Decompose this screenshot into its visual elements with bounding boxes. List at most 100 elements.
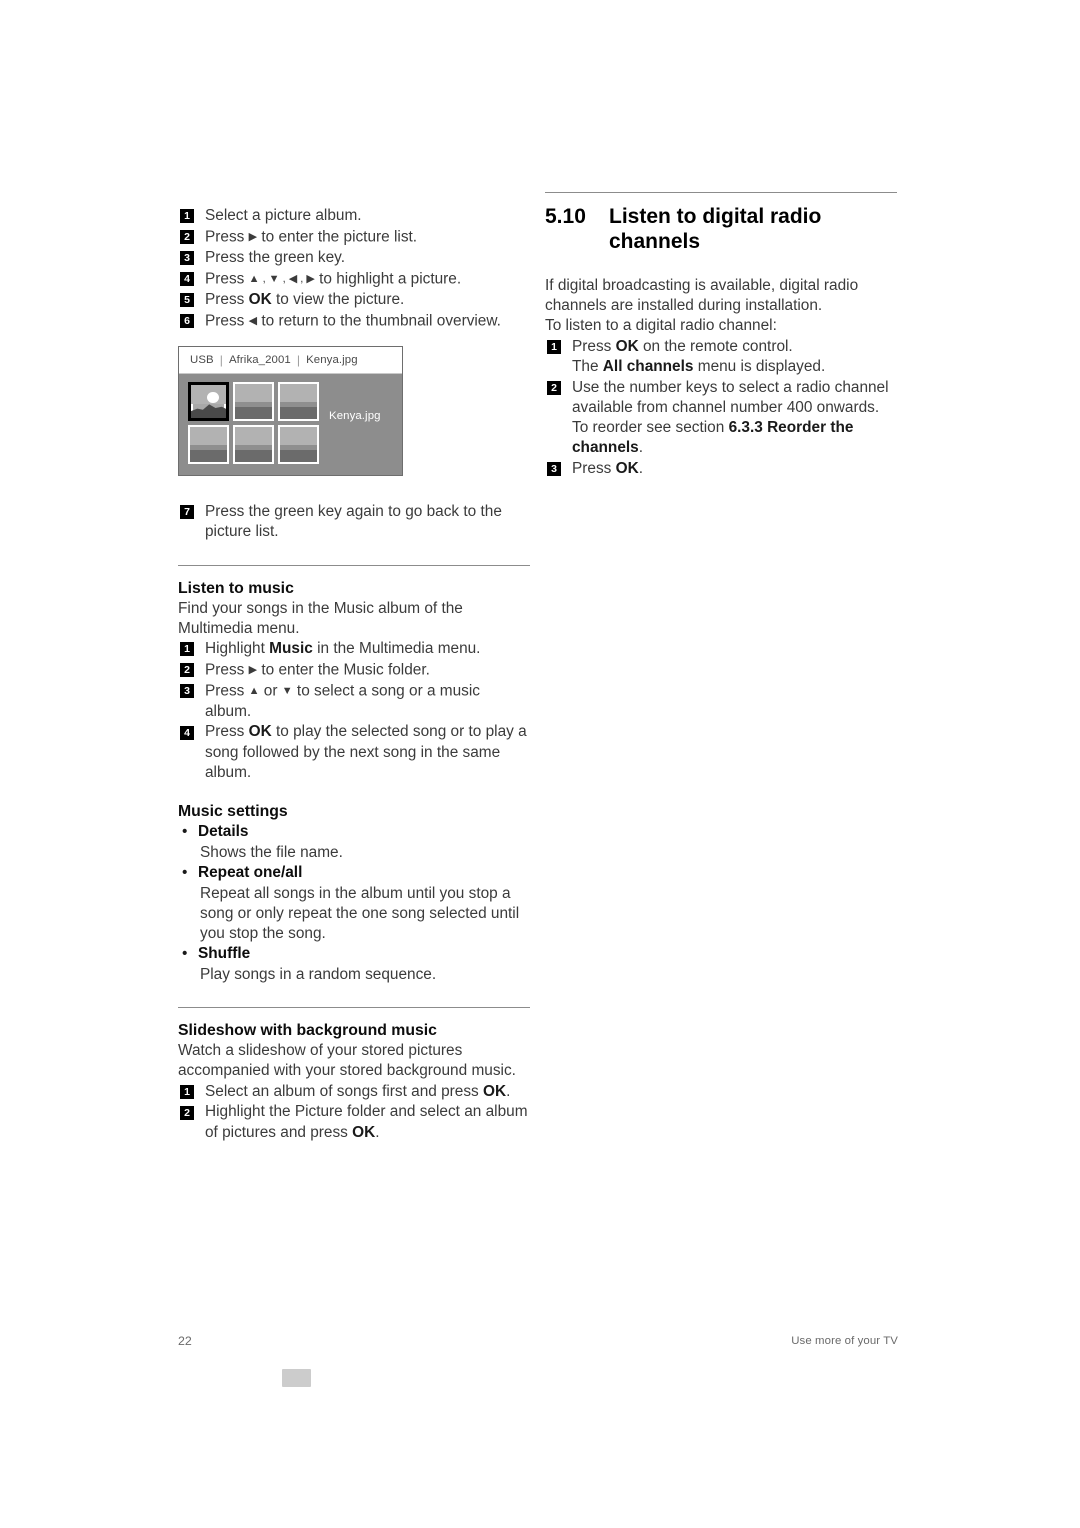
thumbnail-ground (235, 407, 272, 419)
thumbnail[interactable] (278, 425, 319, 464)
section-number: 5.10 (545, 205, 586, 228)
thumbnail[interactable] (188, 425, 229, 464)
page-number: 22 (178, 1334, 192, 1348)
slideshow-intro: Watch a slideshow of your stored picture… (178, 1042, 516, 1080)
breadcrumb-item-folder: Afrika_2001 (228, 354, 291, 366)
music-settings-heading: Music settings (178, 803, 288, 821)
step-number: 1 (180, 642, 194, 657)
direction-arrows-icon: ▲ , ▼ , ◀ , ▶ (248, 272, 315, 285)
right-arrow-icon: ▶ (248, 230, 258, 243)
music-steps-list: 1 Highlight Music in the Multimedia menu… (178, 639, 530, 783)
list-item: 2 Use the number keys to select a radio … (545, 378, 897, 459)
list-item: 6 Press ◀ to return to the thumbnail ove… (178, 311, 530, 332)
list-item: 4 Press OK to play the selected song or … (178, 722, 530, 783)
footer-chapter-label: Use more of your TV (791, 1335, 898, 1347)
list-item: 2 Press ▶ to enter the picture list. (178, 227, 530, 248)
list-item: 1 Press OK on the remote control. The All… (545, 337, 897, 377)
thumbnail[interactable] (233, 425, 274, 464)
list-item: 3 Press OK. (545, 459, 897, 479)
step-number: 3 (180, 684, 194, 699)
thumbnail[interactable] (233, 382, 274, 421)
breadcrumb-item-usb: USB (190, 354, 214, 366)
step-text: Highlight the Picture folder and select … (205, 1103, 528, 1141)
manual-page: 1 Select a picture album. 2 Press ▶ to e… (0, 0, 1080, 1528)
step-text: Press ▲ , ▼ , ◀ , ▶ to highlight a pictu… (205, 270, 462, 288)
tv-thumbnail-area: Kenya.jpg (179, 374, 402, 475)
picture-steps-continued: 7 Press the green key again to go back t… (178, 502, 530, 542)
step-text: Press the green key. (205, 248, 346, 266)
music-settings-list: • Details Shows the file name. • Repeat … (178, 822, 530, 985)
slideshow-heading: Slideshow with background music (178, 1022, 437, 1040)
list-item: 2 Press ▶ to enter the Music folder. (178, 660, 530, 681)
ok-key-label: OK (615, 337, 639, 355)
step-text: Press OK to view the picture. (205, 290, 405, 308)
setting-title: Shuffle (198, 945, 251, 963)
up-arrow-icon: ▲ (248, 684, 260, 697)
ok-key-label: OK (248, 290, 272, 308)
step-number: 2 (547, 380, 561, 395)
ok-key-label: OK (483, 1082, 507, 1100)
thumbnail-ground (280, 407, 317, 419)
step-text: Press OK. (572, 459, 643, 477)
section-title: Listen to digital radio channels (609, 205, 822, 253)
thumbnail-grid (188, 382, 319, 464)
thumbnail-sky (235, 384, 272, 403)
thumbnail-ground (235, 450, 272, 462)
thumbnail-ground (190, 450, 227, 462)
breadcrumb-separator: | (219, 353, 223, 367)
thumbnail-sky (280, 427, 317, 446)
music-menu-label: Music (269, 640, 313, 658)
list-item: 2 Highlight the Picture folder and selec… (178, 1102, 530, 1142)
thumbnail-sky (190, 427, 227, 446)
step-number: 3 (180, 251, 194, 266)
step-number: 3 (547, 462, 561, 477)
radio-steps-list: 1 Press OK on the remote control. The All… (545, 337, 897, 479)
thumbnail-sky (235, 427, 272, 446)
step-text: Use the number keys to select a radio ch… (572, 378, 889, 457)
right-arrow-icon: ▶ (248, 663, 258, 676)
step-number: 7 (180, 505, 194, 520)
setting-description: Shows the file name. (200, 844, 343, 862)
picture-steps-list: 1 Select a picture album. 2 Press ▶ to e… (178, 206, 530, 331)
step-text: Select a picture album. (205, 207, 362, 224)
list-item: 3 Press the green key. (178, 248, 530, 268)
all-channels-menu-label: All channels (602, 357, 694, 375)
selected-filename-label: Kenya.jpg (329, 410, 381, 422)
list-item: • Details Shows the file name. (178, 822, 530, 863)
tv-screen-figure: USB | Afrika_2001 | Kenya.jpg Kenya.jpg (178, 346, 403, 476)
breadcrumb: USB | Afrika_2001 | Kenya.jpg (179, 347, 402, 374)
step-number: 1 (547, 340, 561, 354)
step-text: Press OK to play the selected song or to… (205, 723, 527, 781)
step-number: 4 (180, 725, 194, 740)
thumbnail-ground (191, 404, 226, 418)
cross-reference-section-cont: channels (572, 439, 639, 457)
step-number: 2 (180, 1105, 194, 1120)
step-number: 4 (180, 272, 194, 286)
list-item: 3 Press ▲ or ▼ to select a song or a mus… (178, 681, 530, 722)
list-item: 1 Select an album of songs first and pre… (178, 1082, 530, 1102)
step-text: Press ▲ or ▼ to select a song or a music… (205, 682, 480, 720)
thumbnail[interactable] (278, 382, 319, 421)
list-item: 1 Select a picture album. (178, 206, 530, 226)
cross-reference-section: 6.3.3 Reorder the (728, 418, 854, 436)
right-column: 5.10 Listen to digital radio channels If… (545, 192, 897, 480)
list-item: 4 Press ▲ , ▼ , ◀ , ▶ to highlight a pic… (178, 269, 530, 290)
setting-title: Details (198, 823, 249, 841)
step-text: Press ▶ to enter the Music folder. (205, 661, 430, 679)
breadcrumb-separator: | (296, 353, 301, 367)
thumbnail-selected[interactable] (188, 382, 229, 421)
setting-description: Repeat all songs in the album until you … (200, 884, 520, 943)
list-item: • Repeat one/all Repeat all songs in the… (178, 863, 530, 944)
step-number: 5 (180, 293, 194, 308)
list-item: 5 Press OK to view the picture. (178, 290, 530, 310)
radio-intro: If digital broadcasting is available, di… (545, 277, 859, 335)
step-number: 2 (180, 230, 194, 245)
list-item: 1 Highlight Music in the Multimedia menu… (178, 639, 530, 659)
step-text: Highlight Music in the Multimedia menu. (205, 640, 481, 658)
listen-to-music-heading: Listen to music (178, 579, 294, 597)
bullet-icon: • (182, 945, 188, 963)
section-divider (545, 192, 897, 193)
ok-key-label: OK (615, 459, 639, 477)
page-marker-chip (282, 1369, 311, 1387)
step-text: Press the green key again to go back to … (205, 502, 502, 540)
